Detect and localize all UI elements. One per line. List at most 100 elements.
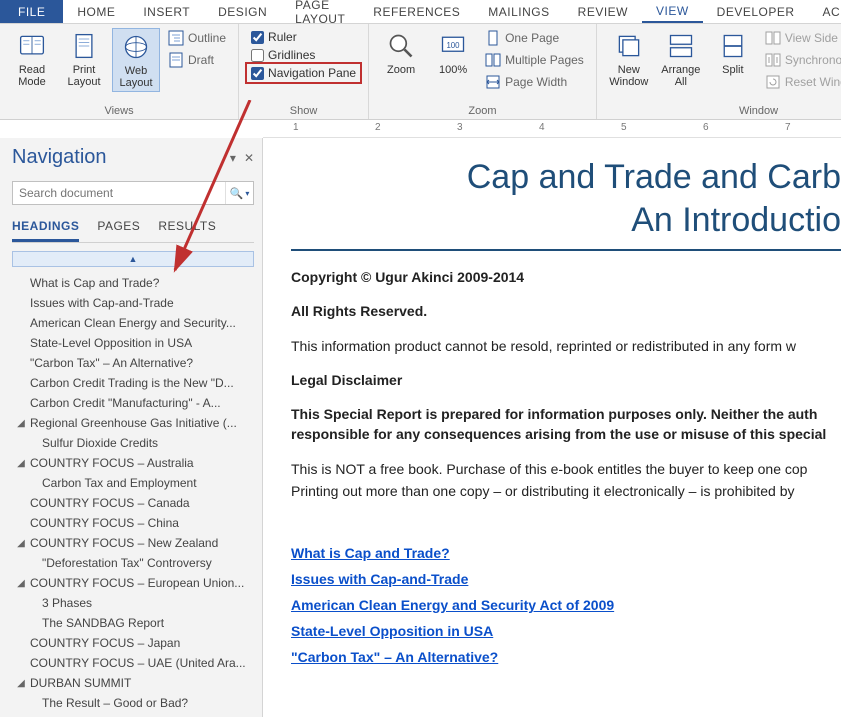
toc-link[interactable]: What is Cap and Trade? xyxy=(291,545,841,561)
ruler-checkbox[interactable]: Ruler xyxy=(251,30,356,44)
arrange-all-label: ArrangeAll xyxy=(661,64,700,88)
nav-heading-item[interactable]: American Clean Energy and Security... xyxy=(12,313,254,333)
view-side-by-side-button[interactable]: View Side by Side xyxy=(765,30,841,46)
tab-home[interactable]: HOME xyxy=(63,0,129,23)
nav-heading-item[interactable]: ◢COUNTRY FOCUS – European Union... xyxy=(12,573,254,593)
ruler-tick: 7 xyxy=(785,122,791,133)
hundred-percent-button[interactable]: 100 100% xyxy=(429,28,477,78)
nav-heading-item[interactable]: Carbon Credit "Manufacturing" - A... xyxy=(12,393,254,413)
synchronous-scrolling-button[interactable]: Synchronous Scrolling xyxy=(765,52,841,68)
nav-heading-item[interactable]: 3 Phases xyxy=(12,593,254,613)
tab-design[interactable]: DESIGN xyxy=(204,0,281,23)
navigation-pane-checkbox[interactable]: Navigation Pane xyxy=(251,66,356,80)
nav-heading-item[interactable]: State-Level Opposition in USA xyxy=(12,333,254,353)
nav-heading-item[interactable]: Sulfur Dioxide Credits xyxy=(12,433,254,453)
search-input[interactable] xyxy=(13,182,225,204)
read-mode-button[interactable]: ReadMode xyxy=(8,28,56,90)
collapse-icon[interactable]: ◢ xyxy=(12,458,30,469)
ribbon-group-window: NewWindow ArrangeAll Split View Side by … xyxy=(597,24,841,119)
tab-developer[interactable]: DEVELOPER xyxy=(703,0,809,23)
tab-acrobat[interactable]: ACROBAT xyxy=(809,0,841,23)
read-mode-label: ReadMode xyxy=(18,64,46,88)
nav-heading-item[interactable]: "Carbon Tax" – An Alternative? xyxy=(12,353,254,373)
gridlines-label: Gridlines xyxy=(268,48,315,62)
nav-heading-item[interactable]: COUNTRY FOCUS – China xyxy=(12,513,254,533)
draft-button[interactable]: Draft xyxy=(168,52,226,68)
web-layout-button[interactable]: WebLayout xyxy=(112,28,160,92)
ruler-tick: 2 xyxy=(375,122,381,133)
ruler-tick: 6 xyxy=(703,122,709,133)
nav-heading-item[interactable]: COUNTRY FOCUS – Japan xyxy=(12,633,254,653)
nav-dropdown-icon[interactable]: ▾ xyxy=(230,151,236,165)
nav-heading-item[interactable]: The SANDBAG Report xyxy=(12,613,254,633)
read-mode-icon xyxy=(16,30,48,62)
tab-insert[interactable]: INSERT xyxy=(129,0,204,23)
search-button[interactable]: 🔍▾ xyxy=(225,182,253,204)
show-group-label: Show xyxy=(247,104,360,117)
nav-item-label: COUNTRY FOCUS – China xyxy=(30,516,179,530)
nav-tab-results[interactable]: RESULTS xyxy=(158,219,216,242)
collapse-icon[interactable]: ◢ xyxy=(12,538,30,549)
print-layout-icon xyxy=(68,30,100,62)
collapse-icon[interactable]: ◢ xyxy=(12,418,30,429)
nav-close-icon[interactable]: ✕ xyxy=(244,151,254,165)
multiple-pages-button[interactable]: Multiple Pages xyxy=(485,52,584,68)
nav-heading-item[interactable]: Carbon Credit Trading is the New "D... xyxy=(12,373,254,393)
split-button[interactable]: Split xyxy=(709,28,757,78)
doc-legal-body: This Special Report is prepared for info… xyxy=(291,404,841,445)
collapse-icon[interactable]: ◢ xyxy=(12,578,30,589)
nav-item-label: Carbon Credit "Manufacturing" - A... xyxy=(30,396,221,410)
navigation-pane: Navigation ▾ ✕ 🔍▾ HEADINGS PAGES RESULTS… xyxy=(0,138,263,717)
nav-heading-item[interactable]: COUNTRY FOCUS – UAE (United Ara... xyxy=(12,653,254,673)
collapse-icon[interactable]: ◢ xyxy=(12,678,30,689)
new-window-icon xyxy=(613,30,645,62)
nav-item-label: COUNTRY FOCUS – European Union... xyxy=(30,576,244,590)
tab-view[interactable]: VIEW xyxy=(642,0,703,23)
nav-heading-item[interactable]: The Result – Good or Bad? xyxy=(12,693,254,713)
multiple-pages-label: Multiple Pages xyxy=(505,53,584,67)
outline-icon xyxy=(168,30,184,46)
tab-references[interactable]: REFERENCES xyxy=(359,0,474,23)
gridlines-checkbox[interactable]: Gridlines xyxy=(251,48,356,62)
arrange-all-button[interactable]: ArrangeAll xyxy=(657,28,705,90)
nav-heading-item[interactable]: ◢DURBAN SUMMIT xyxy=(12,673,254,693)
page-width-icon xyxy=(485,74,501,90)
tab-review[interactable]: REVIEW xyxy=(564,0,642,23)
nav-tab-pages[interactable]: PAGES xyxy=(97,219,140,242)
reset-window-position-button[interactable]: Reset Window Position xyxy=(765,74,841,90)
nav-item-label: State-Level Opposition in USA xyxy=(30,336,192,350)
toc-link[interactable]: State-Level Opposition in USA xyxy=(291,623,841,639)
ribbon-group-views: ReadMode PrintLayout WebLayout Outline xyxy=(0,24,239,119)
tab-page-layout[interactable]: PAGE LAYOUT xyxy=(281,0,359,23)
nav-heading-item[interactable]: Issues with Cap-and-Trade xyxy=(12,293,254,313)
outline-button[interactable]: Outline xyxy=(168,30,226,46)
nav-heading-item[interactable]: Carbon Tax and Employment xyxy=(12,473,254,493)
print-layout-button[interactable]: PrintLayout xyxy=(60,28,108,90)
horizontal-ruler[interactable]: 1234567 xyxy=(263,120,841,138)
hundred-percent-label: 100% xyxy=(439,64,467,76)
tab-file[interactable]: FILE xyxy=(0,0,63,23)
toc-link[interactable]: Issues with Cap-and-Trade xyxy=(291,571,841,587)
nav-heading-item[interactable]: ◢COUNTRY FOCUS – Australia xyxy=(12,453,254,473)
nav-heading-item[interactable]: ◢COUNTRY FOCUS – New Zealand xyxy=(12,533,254,553)
page-width-button[interactable]: Page Width xyxy=(485,74,584,90)
nav-item-label: DURBAN SUMMIT xyxy=(30,676,131,690)
toc-link[interactable]: American Clean Energy and Security Act o… xyxy=(291,597,841,613)
nav-tab-headings[interactable]: HEADINGS xyxy=(12,219,79,242)
nav-item-label: The Result – Good or Bad? xyxy=(42,696,188,710)
tab-mailings[interactable]: MAILINGS xyxy=(474,0,563,23)
doc-rights: All Rights Reserved. xyxy=(291,301,841,321)
document-area[interactable]: Cap and Trade and Carb An Introductio Co… xyxy=(263,138,841,717)
document-title-line1: Cap and Trade and Carb xyxy=(291,156,841,199)
nav-heading-item[interactable]: COUNTRY FOCUS – Canada xyxy=(12,493,254,513)
nav-heading-item[interactable]: "Deforestation Tax" Controversy xyxy=(12,553,254,573)
nav-heading-item[interactable]: What is Cap and Trade? xyxy=(12,273,254,293)
one-page-icon xyxy=(485,30,501,46)
toc-link[interactable]: "Carbon Tax" – An Alternative? xyxy=(291,649,841,665)
new-window-button[interactable]: NewWindow xyxy=(605,28,653,90)
nav-item-label: COUNTRY FOCUS – Canada xyxy=(30,496,190,510)
nav-heading-item[interactable]: ◢Regional Greenhouse Gas Initiative (... xyxy=(12,413,254,433)
zoom-button[interactable]: Zoom xyxy=(377,28,425,78)
one-page-button[interactable]: One Page xyxy=(485,30,584,46)
nav-collapse-all[interactable]: ▲ xyxy=(12,251,254,267)
